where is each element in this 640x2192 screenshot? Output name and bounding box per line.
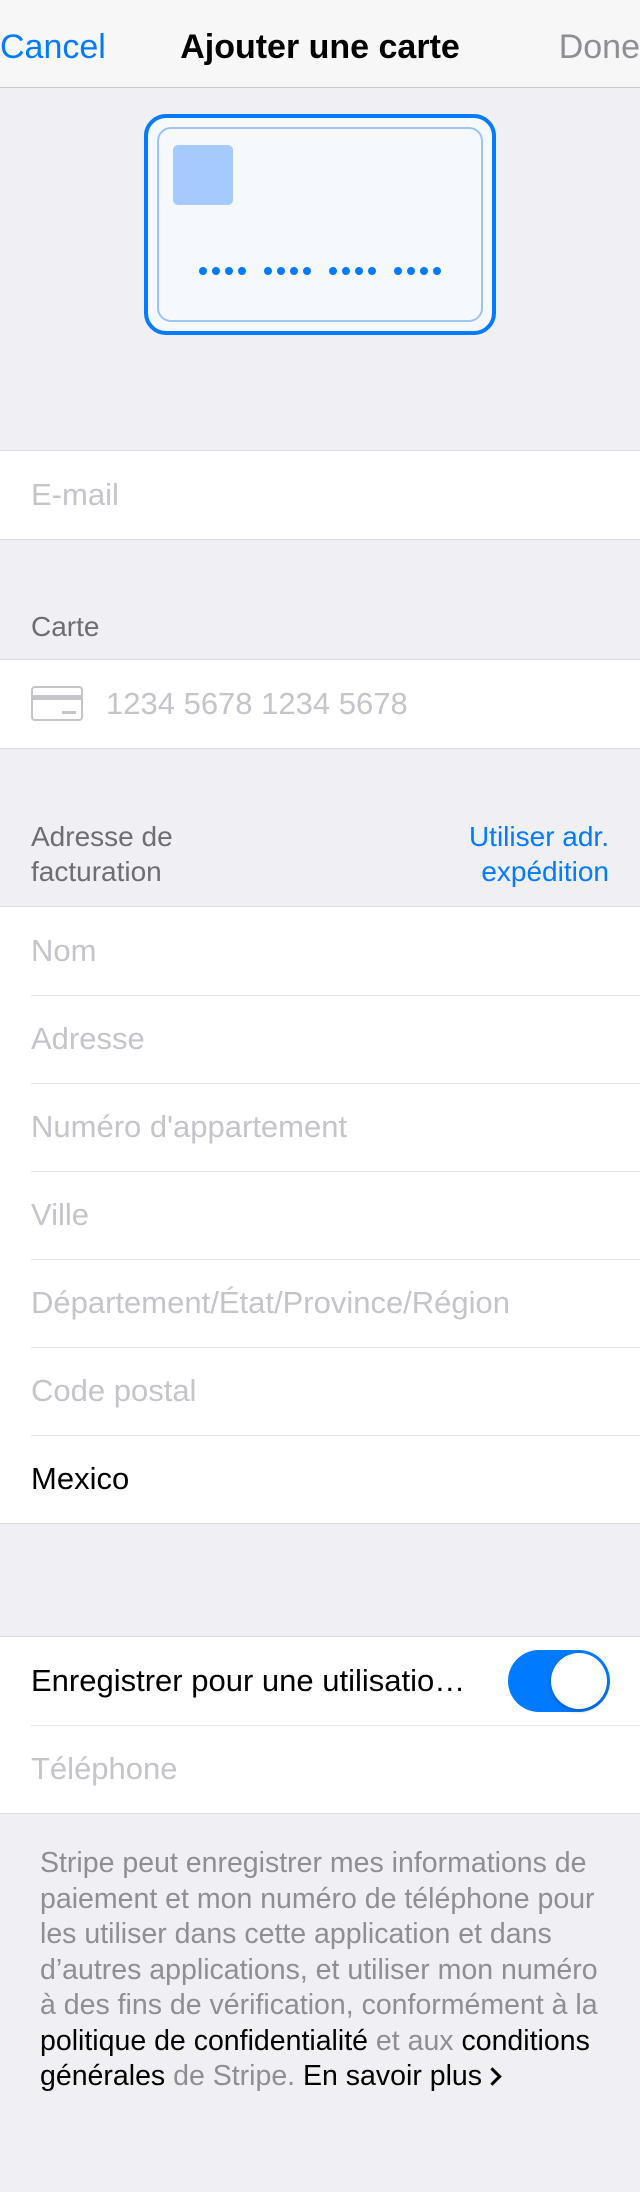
card-number-field[interactable]: 1234 5678 1234 5678	[0, 660, 640, 748]
billing-label-line2: facturation	[31, 856, 162, 887]
chevron-right-icon	[483, 2067, 502, 2086]
city-field[interactable]: Ville	[0, 1171, 640, 1259]
email-placeholder: E-mail	[31, 477, 119, 512]
apartment-placeholder: Numéro d'appartement	[31, 1109, 348, 1144]
card-number-placeholder: 1234 5678 1234 5678	[106, 686, 408, 721]
state-placeholder: Département/État/Province/Région	[31, 1285, 511, 1320]
country-value: Mexico	[31, 1461, 130, 1496]
card-group: 1234 5678 1234 5678	[0, 659, 640, 749]
card-preview-inner	[157, 127, 483, 322]
city-placeholder: Ville	[31, 1197, 90, 1232]
name-placeholder: Nom	[31, 933, 97, 968]
card-section-label: Carte	[31, 611, 100, 642]
credit-card-icon	[31, 686, 83, 721]
navigation-bar: Cancel Ajouter une carte Done	[0, 0, 640, 88]
card-preview	[144, 114, 496, 335]
billing-label-line1: Adresse de	[31, 821, 173, 852]
address-field[interactable]: Adresse	[0, 995, 640, 1083]
disclaimer-text-1: Stripe peut enregistrer mes informations…	[40, 1847, 598, 2021]
billing-address-group: Nom Adresse Numéro d'appartement Ville D…	[0, 906, 640, 1524]
card-number-dots	[159, 267, 481, 275]
apartment-field[interactable]: Numéro d'appartement	[0, 1083, 640, 1171]
use-shipping-address-link-line2[interactable]: expédition	[481, 854, 609, 889]
email-group: E-mail	[0, 450, 640, 540]
card-chip-icon	[173, 145, 233, 205]
done-button[interactable]: Done	[559, 30, 640, 64]
state-field[interactable]: Département/État/Province/Région	[0, 1259, 640, 1347]
postal-code-field[interactable]: Code postal	[0, 1347, 640, 1435]
postal-code-placeholder: Code postal	[31, 1373, 197, 1408]
learn-more-link[interactable]: En savoir plus	[303, 2060, 482, 2092]
phone-placeholder: Téléphone	[31, 1751, 178, 1786]
use-shipping-address-link-line1[interactable]: Utiliser adr.	[469, 819, 609, 854]
phone-field[interactable]: Téléphone	[0, 1725, 640, 1813]
save-for-later-toggle[interactable]	[508, 1650, 610, 1712]
address-placeholder: Adresse	[31, 1021, 145, 1056]
disclaimer-text-2: et aux	[368, 2024, 462, 2057]
page-title: Ajouter une carte	[180, 28, 460, 66]
toggle-knob	[551, 1653, 607, 1709]
save-for-later-label: Enregistrer pour une utilisatio…	[31, 1663, 466, 1698]
save-group: Enregistrer pour une utilisatio… Télépho…	[0, 1636, 640, 1814]
email-field[interactable]: E-mail	[0, 451, 640, 539]
save-for-later-row: Enregistrer pour une utilisatio…	[0, 1637, 640, 1725]
country-field[interactable]: Mexico	[0, 1435, 640, 1523]
stripe-disclaimer: Stripe peut enregistrer mes informations…	[40, 1846, 610, 2095]
privacy-policy-link[interactable]: politique de confidentialité	[40, 2025, 368, 2057]
name-field[interactable]: Nom	[0, 907, 640, 995]
disclaimer-text-3: de Stripe.	[165, 2060, 304, 2092]
